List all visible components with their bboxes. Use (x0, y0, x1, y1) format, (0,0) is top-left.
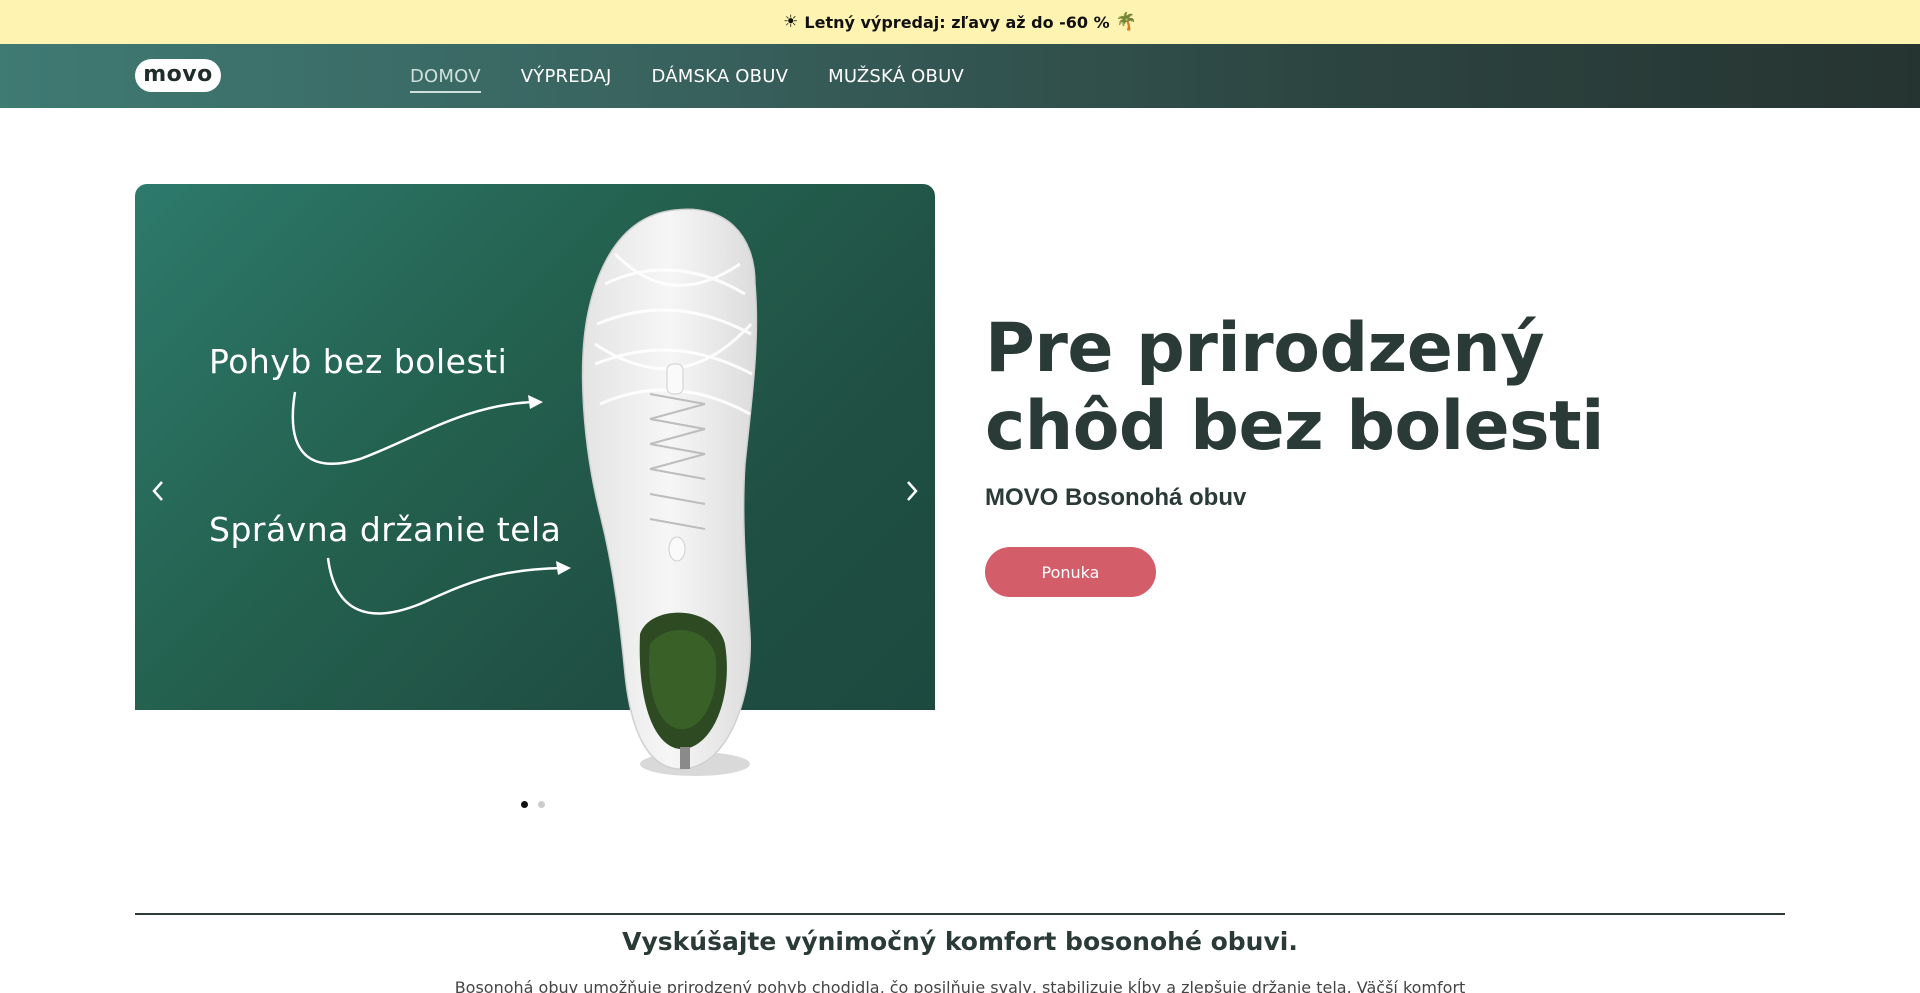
hero-slider: Pohyb bez bolesti Správna držanie tela (135, 184, 935, 776)
chevron-left-icon (152, 481, 163, 501)
curved-arrows-graphic (291, 391, 571, 615)
palm-tree-icon: 🌴 (1115, 12, 1137, 32)
nav-item-muzska-obuv[interactable]: MUŽSKÁ OBUV (828, 66, 964, 87)
hero-subtitle: MOVO Bosonohá obuv (985, 484, 1247, 511)
slider-dot-1[interactable] (521, 801, 528, 808)
site-header: movo DOMOV VÝPREDAJ DÁMSKA OBUV MUŽSKÁ O… (0, 44, 1920, 108)
nav-item-vypredaj[interactable]: VÝPREDAJ (521, 66, 612, 87)
main-nav: DOMOV VÝPREDAJ DÁMSKA OBUV MUŽSKÁ OBUV (410, 44, 964, 108)
slider-next-button[interactable] (897, 474, 927, 508)
hero-title: Pre prirodzený chôd bez bolesti (985, 309, 1604, 466)
nav-item-domov[interactable]: DOMOV (410, 66, 481, 93)
logo[interactable]: movo (135, 59, 221, 92)
slider-dots (521, 801, 545, 808)
announcement-bar: ☀ Letný výpredaj: zľavy až do -60 % 🌴 (0, 0, 1920, 44)
offer-button[interactable]: Ponuka (985, 547, 1156, 597)
announcement-text: Letný výpredaj: zľavy až do -60 % (804, 12, 1110, 32)
sun-icon: ☀ (783, 12, 799, 32)
section-title: Vyskúšajte výnimočný komfort bosonohé ob… (622, 927, 1298, 956)
section-divider (135, 913, 1785, 915)
section-text: Bosonohá obuv umožňuje prirodzený pohyb … (454, 978, 1466, 993)
nav-item-damska-obuv[interactable]: DÁMSKA OBUV (652, 66, 789, 87)
slider-dot-2[interactable] (538, 801, 545, 808)
barefoot-shoe-image (581, 208, 758, 776)
chevron-right-icon (907, 481, 918, 501)
slider-prev-button[interactable] (143, 474, 173, 508)
